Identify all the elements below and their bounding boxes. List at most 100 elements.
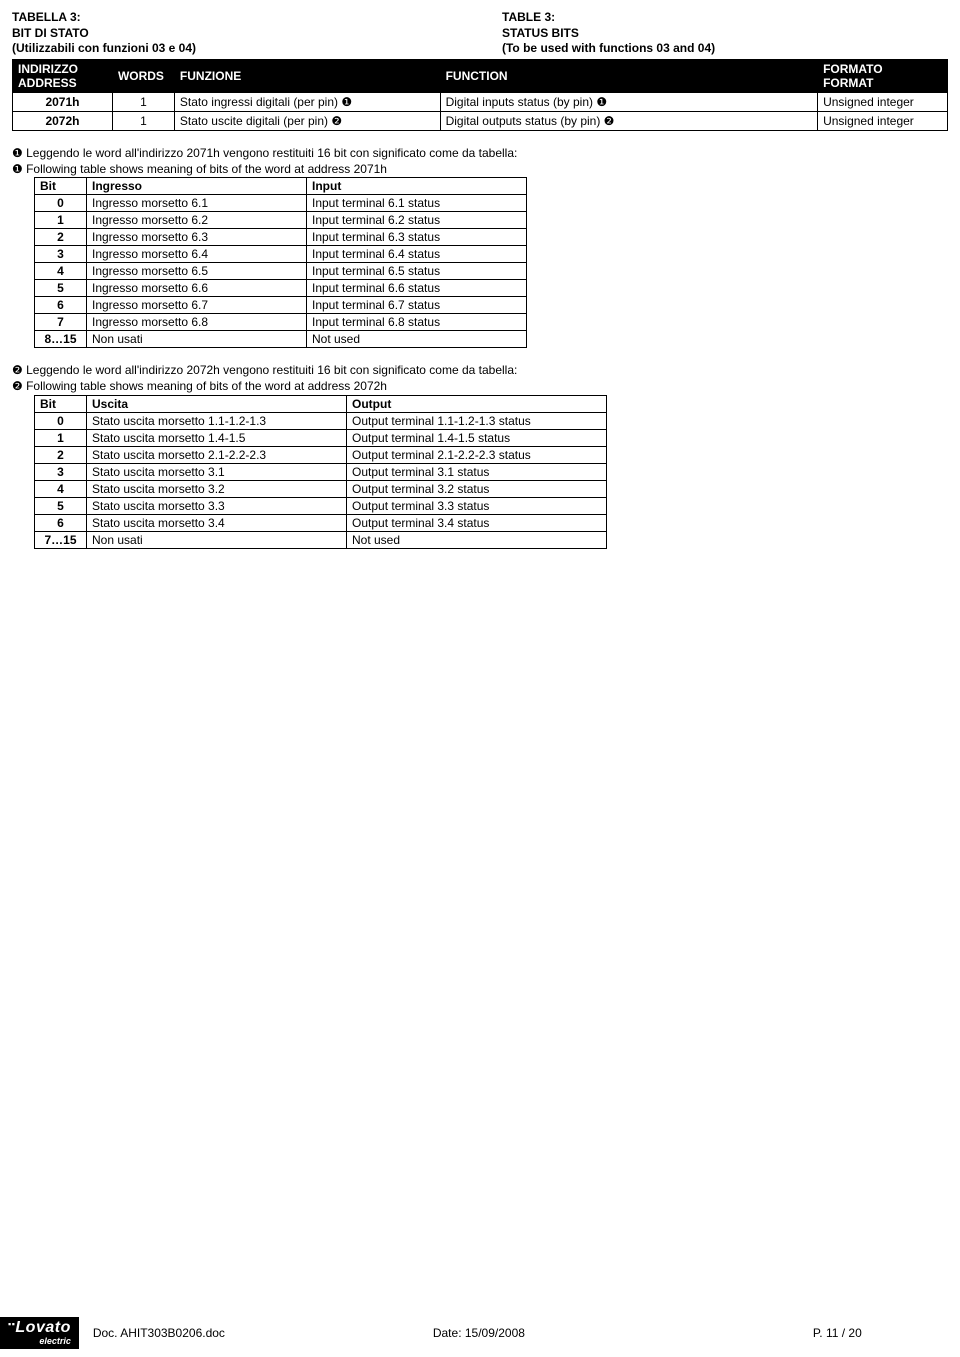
table-row: 8…15Non usatiNot used bbox=[35, 331, 527, 348]
cell-en: Input terminal 6.3 status bbox=[307, 229, 527, 246]
cell-it: Ingresso morsetto 6.5 bbox=[87, 263, 307, 280]
cell-it: Stato uscita morsetto 1.1-1.2-1.3 bbox=[87, 412, 347, 429]
table-row: 2071h 1 Stato ingressi digitali (per pin… bbox=[13, 92, 948, 111]
table-row: 4Stato uscita morsetto 3.2Output termina… bbox=[35, 480, 607, 497]
cell-it: Non usati bbox=[87, 331, 307, 348]
cell-bit: 4 bbox=[35, 263, 87, 280]
note-1-en: ❶ Following table shows meaning of bits … bbox=[12, 161, 948, 177]
cell-bit: 6 bbox=[35, 297, 87, 314]
hdr-uscita: Uscita bbox=[87, 395, 347, 412]
cell-bit: 8…15 bbox=[35, 331, 87, 348]
main-table: INDIRIZZOADDRESS WORDS FUNZIONE FUNCTION… bbox=[12, 59, 948, 131]
cell-it: Ingresso morsetto 6.6 bbox=[87, 280, 307, 297]
cell-it: Stato uscita morsetto 3.1 bbox=[87, 463, 347, 480]
cell-it: Ingresso morsetto 6.8 bbox=[87, 314, 307, 331]
cell-addr: 2071h bbox=[13, 92, 113, 111]
en-subtitle: STATUS BITS bbox=[502, 26, 948, 42]
hdr-bit: Bit bbox=[35, 395, 87, 412]
cell-en: Input terminal 6.1 status bbox=[307, 195, 527, 212]
cell-bit: 3 bbox=[35, 463, 87, 480]
cell-words: 1 bbox=[112, 92, 174, 111]
cell-it: Ingresso morsetto 6.4 bbox=[87, 246, 307, 263]
doc-date: Date: 15/09/2008 bbox=[433, 1326, 813, 1340]
bits-table-2: Bit Uscita Output 0Stato uscita morsetto… bbox=[34, 395, 607, 549]
cell-bit: 4 bbox=[35, 480, 87, 497]
table-row: 6Ingresso morsetto 6.7Input terminal 6.7… bbox=[35, 297, 527, 314]
cell-bit: 1 bbox=[35, 429, 87, 446]
cell-it: Ingresso morsetto 6.2 bbox=[87, 212, 307, 229]
cell-en: Output terminal 2.1-2.2-2.3 status bbox=[347, 446, 607, 463]
table-row: 2Ingresso morsetto 6.3Input terminal 6.3… bbox=[35, 229, 527, 246]
table-header-row: Bit Ingresso Input bbox=[35, 178, 527, 195]
cell-funzione: Stato ingressi digitali (per pin) ❶ bbox=[174, 92, 440, 111]
cell-en: Not used bbox=[307, 331, 527, 348]
cell-en: Input terminal 6.6 status bbox=[307, 280, 527, 297]
table-header-row: INDIRIZZOADDRESS WORDS FUNZIONE FUNCTION… bbox=[13, 59, 948, 92]
cell-bit: 0 bbox=[35, 195, 87, 212]
cell-it: Ingresso morsetto 6.1 bbox=[87, 195, 307, 212]
cell-it: Ingresso morsetto 6.7 bbox=[87, 297, 307, 314]
cell-bit: 6 bbox=[35, 514, 87, 531]
table-row: 2072h 1 Stato uscite digitali (per pin) … bbox=[13, 111, 948, 130]
table-row: 3Stato uscita morsetto 3.1Output termina… bbox=[35, 463, 607, 480]
it-func: (Utilizzabili con funzioni 03 e 04) bbox=[12, 41, 502, 57]
cell-format: Unsigned integer bbox=[818, 111, 948, 130]
cell-format: Unsigned integer bbox=[818, 92, 948, 111]
table-row: 6Stato uscita morsetto 3.4Output termina… bbox=[35, 514, 607, 531]
cell-bit: 5 bbox=[35, 280, 87, 297]
doc-name: Doc. AHIT303B0206.doc bbox=[93, 1326, 433, 1340]
cell-it: Stato uscita morsetto 3.3 bbox=[87, 497, 347, 514]
cell-it: Ingresso morsetto 6.3 bbox=[87, 229, 307, 246]
cell-bit: 2 bbox=[35, 229, 87, 246]
table-row: 5Stato uscita morsetto 3.3Output termina… bbox=[35, 497, 607, 514]
cell-en: Output terminal 3.1 status bbox=[347, 463, 607, 480]
cell-funzione: Stato uscite digitali (per pin) ❷ bbox=[174, 111, 440, 130]
cell-en: Output terminal 1.4-1.5 status bbox=[347, 429, 607, 446]
hdr-output: Output bbox=[347, 395, 607, 412]
table-row: 1Stato uscita morsetto 1.4-1.5Output ter… bbox=[35, 429, 607, 446]
table-titles: TABELLA 3: BIT DI STATO (Utilizzabili co… bbox=[12, 10, 948, 57]
cell-bit: 3 bbox=[35, 246, 87, 263]
cell-bit: 7 bbox=[35, 314, 87, 331]
hdr-funzione: FUNZIONE bbox=[174, 59, 440, 92]
hdr-address: INDIRIZZOADDRESS bbox=[13, 59, 113, 92]
cell-en: Output terminal 3.4 status bbox=[347, 514, 607, 531]
cell-function: Digital inputs status (by pin) ❶ bbox=[440, 92, 817, 111]
cell-en: Input terminal 6.7 status bbox=[307, 297, 527, 314]
cell-en: Not used bbox=[347, 531, 607, 548]
table-row: 7Ingresso morsetto 6.8Input terminal 6.8… bbox=[35, 314, 527, 331]
cell-en: Output terminal 3.3 status bbox=[347, 497, 607, 514]
cell-bit: 1 bbox=[35, 212, 87, 229]
table-header-row: Bit Uscita Output bbox=[35, 395, 607, 412]
table-row: 5Ingresso morsetto 6.6Input terminal 6.6… bbox=[35, 280, 527, 297]
cell-en: Input terminal 6.8 status bbox=[307, 314, 527, 331]
table-row: 4Ingresso morsetto 6.5Input terminal 6.5… bbox=[35, 263, 527, 280]
hdr-input: Input bbox=[307, 178, 527, 195]
cell-it: Non usati bbox=[87, 531, 347, 548]
hdr-format: FORMATOFORMAT bbox=[818, 59, 948, 92]
cell-words: 1 bbox=[112, 111, 174, 130]
cell-bit: 5 bbox=[35, 497, 87, 514]
cell-en: Input terminal 6.5 status bbox=[307, 263, 527, 280]
note-2-it: ❷ Leggendo le word all'indirizzo 2072h v… bbox=[12, 362, 948, 378]
hdr-words: WORDS bbox=[112, 59, 174, 92]
note-1: ❶ Leggendo le word all'indirizzo 2071h v… bbox=[12, 145, 948, 177]
cell-bit: 7…15 bbox=[35, 531, 87, 548]
cell-en: Output terminal 1.1-1.2-1.3 status bbox=[347, 412, 607, 429]
cell-it: Stato uscita morsetto 3.4 bbox=[87, 514, 347, 531]
bits-table-1: Bit Ingresso Input 0Ingresso morsetto 6.… bbox=[34, 177, 527, 348]
cell-function: Digital outputs status (by pin) ❷ bbox=[440, 111, 817, 130]
table-row: 0Ingresso morsetto 6.1Input terminal 6.1… bbox=[35, 195, 527, 212]
hdr-ingresso: Ingresso bbox=[87, 178, 307, 195]
en-title: TABLE 3: bbox=[502, 10, 948, 26]
cell-en: Input terminal 6.4 status bbox=[307, 246, 527, 263]
cell-bit: 2 bbox=[35, 446, 87, 463]
it-subtitle: BIT DI STATO bbox=[12, 26, 502, 42]
note-2: ❷ Leggendo le word all'indirizzo 2072h v… bbox=[12, 362, 948, 394]
en-func: (To be used with functions 03 and 04) bbox=[502, 41, 948, 57]
cell-en: Output terminal 3.2 status bbox=[347, 480, 607, 497]
page-footer: ▪▪Lovato electric Doc. AHIT303B0206.doc … bbox=[0, 1317, 960, 1349]
it-title: TABELLA 3: bbox=[12, 10, 502, 26]
table-row: 7…15Non usatiNot used bbox=[35, 531, 607, 548]
cell-bit: 0 bbox=[35, 412, 87, 429]
